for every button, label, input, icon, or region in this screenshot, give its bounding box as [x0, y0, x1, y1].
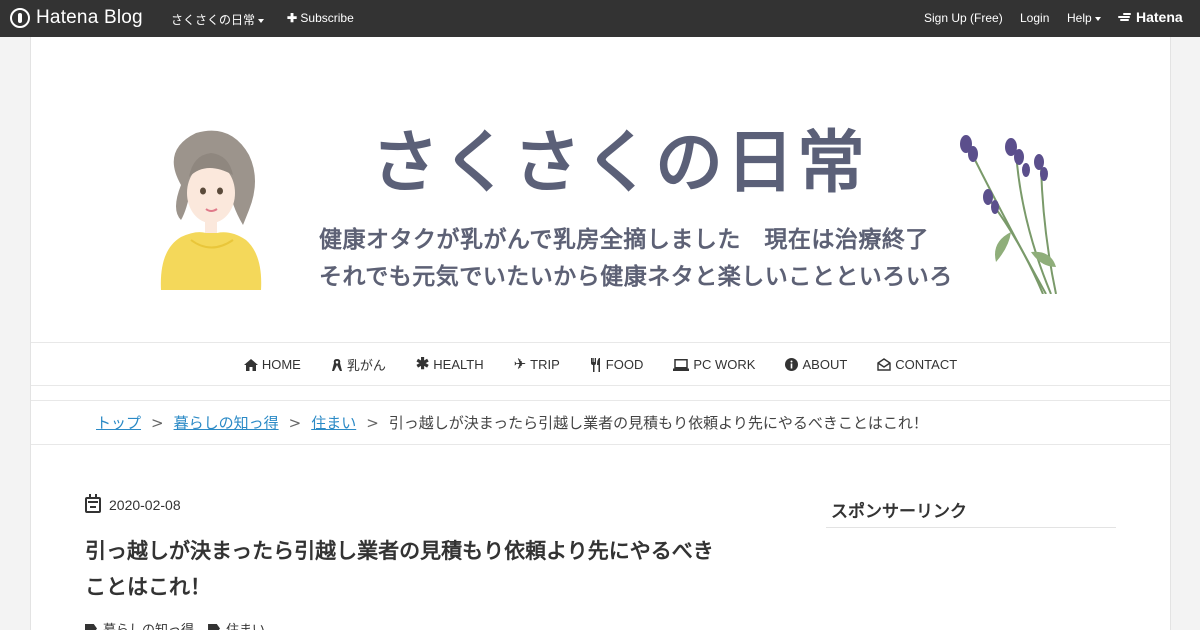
- breadcrumb-category-link[interactable]: 暮らしの知っ得: [174, 412, 279, 433]
- tag-icon: [208, 623, 221, 630]
- hatena-blog-logo[interactable]: Hatena Blog: [10, 7, 143, 29]
- envelope-icon: [877, 358, 891, 371]
- subscribe-label: Subscribe: [300, 11, 354, 25]
- breadcrumb-current: 引っ越しが決まったら引越し業者の見積もり依頼より先にやるべきことはこれ！: [388, 414, 928, 432]
- laptop-icon: [673, 358, 690, 371]
- nav-item-label: PC WORK: [693, 357, 756, 372]
- post-categories: 暮らしの知っ得 住まい: [85, 619, 279, 630]
- breadcrumb-separator: >: [151, 413, 164, 432]
- hatena-logo[interactable]: Hatena: [1118, 9, 1183, 25]
- sidebar-sponsor-heading: スポンサーリンク: [826, 493, 1116, 528]
- breadcrumb-subcategory-link[interactable]: 住まい: [311, 412, 356, 433]
- breadcrumb-separator: >: [366, 413, 379, 432]
- plus-icon: ✚: [287, 11, 298, 25]
- nav-item-trip[interactable]: ✈ TRIP: [514, 357, 560, 372]
- blog-selector-label: さくさくの日常: [171, 13, 256, 27]
- category-label: 暮らしの知っ得: [103, 619, 194, 630]
- post-title[interactable]: 引っ越しが決まったら引越し業者の見積もり依頼より先にやるべきことはこれ！: [85, 533, 725, 605]
- nav-item-label: FOOD: [605, 357, 644, 372]
- home-icon: [243, 358, 258, 371]
- blog-subtitle-line2: それでも元気でいたいから健康ネタと楽しいことといろいろ: [319, 264, 953, 290]
- nav-item-about[interactable]: ABOUT: [785, 357, 847, 372]
- breadcrumb-separator: >: [288, 413, 302, 432]
- nav-spacer: [31, 385, 1170, 401]
- nav-item-label: HEALTH: [433, 357, 484, 372]
- post-date-text: 2020-02-08: [109, 497, 181, 513]
- info-icon: [785, 358, 799, 371]
- global-nav: HOME 乳がん ✱ HEALTH ✈ TRIP FOOD PC WORK AB…: [31, 342, 1170, 386]
- nav-item-label: CONTACT: [895, 357, 958, 372]
- nav-item-label: 乳がん: [346, 358, 386, 373]
- blog-selector-menu[interactable]: さくさくの日常: [171, 11, 265, 28]
- cutlery-icon: [590, 357, 600, 372]
- nav-item-pc-work[interactable]: PC WORK: [673, 357, 755, 372]
- asterisk-icon: ✱: [415, 355, 430, 373]
- breadcrumb: トップ > 暮らしの知っ得 > 住まい > 引っ越しが決まったら引越し業者の見積…: [31, 401, 1170, 445]
- subscribe-button[interactable]: ✚ Subscribe: [287, 11, 354, 25]
- nav-item-breast-cancer[interactable]: 乳がん: [331, 355, 386, 374]
- nav-item-food[interactable]: FOOD: [590, 357, 644, 372]
- blog-subtitle-line1: 健康オタクが乳がんで乳房全摘しました 現在は治療終了: [319, 227, 929, 253]
- nav-item-label: ABOUT: [802, 357, 848, 372]
- login-link[interactable]: Login: [1020, 11, 1049, 25]
- category-link[interactable]: 住まい: [208, 619, 265, 630]
- nav-item-contact[interactable]: CONTACT: [877, 357, 957, 372]
- caret-down-icon: [258, 18, 265, 23]
- calendar-icon: [85, 494, 101, 513]
- nav-item-label: HOME: [261, 357, 301, 372]
- signup-link[interactable]: Sign Up (Free): [924, 11, 1003, 25]
- hatena-blog-brand: Hatena Blog: [36, 7, 143, 28]
- girl-illustration: [160, 130, 262, 290]
- category-link[interactable]: 暮らしの知っ得: [85, 619, 194, 630]
- hatena-blog-logo-icon: [10, 8, 30, 28]
- nav-item-health[interactable]: ✱ HEALTH: [415, 355, 484, 373]
- caret-down-icon: [1094, 16, 1101, 21]
- blog-title: さくさくの日常: [371, 124, 869, 203]
- breadcrumb-top-link[interactable]: トップ: [96, 412, 141, 433]
- category-label: 住まい: [226, 619, 265, 630]
- nav-item-home[interactable]: HOME: [243, 357, 301, 372]
- hatena-label: Hatena: [1136, 9, 1183, 25]
- tag-icon: [85, 623, 97, 630]
- blog-container: さくさくの日常 健康オタクが乳がんで乳房全摘しました 現在は治療終了 それでも元…: [30, 37, 1171, 630]
- help-label: Help: [1067, 11, 1092, 25]
- blog-header-banner[interactable]: さくさくの日常 健康オタクが乳がんで乳房全摘しました 現在は治療終了 それでも元…: [31, 37, 1170, 342]
- ribbon-icon: [331, 358, 342, 371]
- lavender-illustration: [960, 135, 1057, 294]
- post-date[interactable]: 2020-02-08: [85, 494, 181, 513]
- plane-icon: ✈: [513, 356, 527, 373]
- hatena-mark-icon: [1118, 12, 1132, 22]
- hatena-topbar: Hatena Blog さくさくの日常 ✚ Subscribe Sign Up …: [0, 0, 1200, 37]
- help-menu[interactable]: Help: [1067, 11, 1101, 25]
- nav-item-label: TRIP: [530, 357, 560, 372]
